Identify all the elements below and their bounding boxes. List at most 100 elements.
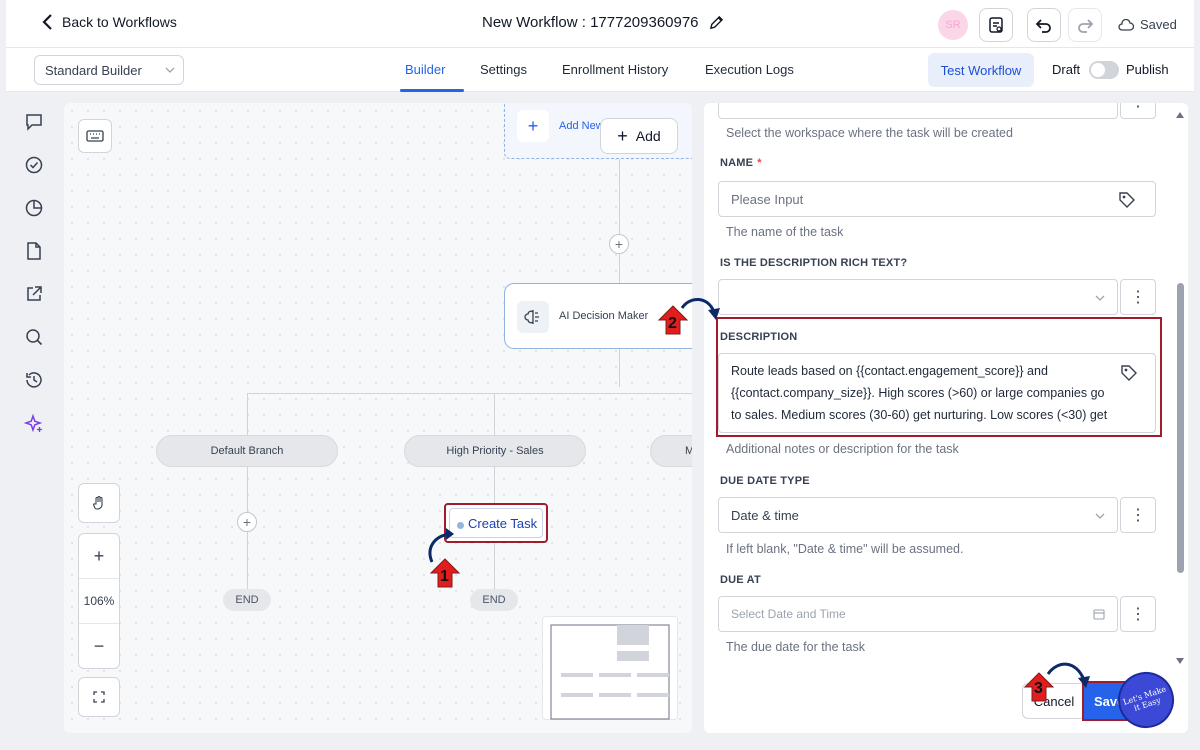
tab-enrollment-history[interactable]: Enrollment History — [562, 62, 668, 77]
toggle-knob — [1091, 63, 1105, 77]
calendar-icon — [1093, 609, 1105, 620]
scroll-up-icon[interactable] — [1176, 111, 1184, 119]
rich-text-label: IS THE DESCRIPTION RICH TEXT? — [720, 257, 908, 269]
clipboard-icon — [989, 17, 1003, 33]
create-task-label: Create Task — [468, 515, 538, 531]
add-step-button[interactable]: + — [237, 512, 257, 532]
check-circle-icon[interactable] — [24, 155, 44, 175]
due-at-input[interactable]: Select Date and Time — [718, 596, 1118, 632]
undo-button[interactable] — [1027, 8, 1061, 42]
description-hint: Additional notes or description for the … — [726, 442, 959, 456]
chat-icon[interactable] — [24, 112, 44, 132]
version-history-button[interactable] — [979, 8, 1013, 42]
action-config-panel: ⋮ Select the workspace where the task wi… — [704, 103, 1188, 733]
pan-hand-button[interactable] — [78, 483, 120, 523]
builder-select[interactable]: Standard Builder — [34, 55, 184, 85]
curved-arrow-icon — [1046, 662, 1090, 688]
sub-bar: Standard Builder Builder Settings Enroll… — [6, 48, 1194, 92]
zoom-level: 106% — [79, 579, 119, 624]
tag-icon[interactable] — [1118, 191, 1136, 209]
tab-builder[interactable]: Builder — [405, 62, 445, 77]
top-bar: Back to Workflows New Workflow : 1777209… — [6, 0, 1194, 48]
workflow-title: New Workflow : 1777209360976 — [482, 14, 724, 31]
saved-label: Saved — [1140, 17, 1177, 32]
branch-m[interactable]: M — [650, 435, 692, 467]
rich-text-options-button[interactable]: ⋮ — [1120, 279, 1156, 315]
brain-icon — [517, 301, 549, 333]
plus-icon: + — [617, 125, 628, 146]
due-date-type-options-button[interactable]: ⋮ — [1120, 497, 1156, 533]
rich-text-select[interactable] — [718, 279, 1118, 315]
workspace-select[interactable] — [718, 103, 1118, 119]
active-tab-indicator — [400, 89, 464, 92]
due-date-type-label: DUE DATE TYPE — [720, 475, 810, 487]
name-placeholder: Please Input — [731, 192, 804, 207]
scrollbar-thumb[interactable] — [1177, 283, 1184, 573]
undo-icon — [1035, 19, 1051, 33]
name-input[interactable]: Please Input — [718, 181, 1156, 217]
create-task-node[interactable]: Create Task — [444, 503, 548, 543]
name-hint: The name of the task — [726, 225, 844, 239]
description-text: Route leads based on {{contact.engagemen… — [731, 364, 1108, 432]
scroll-down-icon[interactable] — [1176, 657, 1184, 665]
curved-arrow-icon — [428, 528, 454, 563]
add-button-label: Add — [635, 128, 661, 144]
zoom-controls: + 106% − — [78, 533, 120, 669]
due-date-type-select[interactable]: Date & time — [718, 497, 1118, 533]
curved-arrow-icon — [680, 298, 720, 320]
redo-button[interactable] — [1068, 8, 1102, 42]
publish-label: Publish — [1126, 62, 1169, 77]
end-node: END — [223, 589, 271, 611]
chevron-left-icon — [42, 14, 52, 30]
avatar[interactable]: SR — [938, 10, 968, 40]
required-marker: * — [757, 157, 762, 169]
pencil-icon[interactable] — [709, 15, 724, 30]
zoom-in-button[interactable]: + — [79, 534, 119, 579]
add-new-label: Add New — [559, 120, 604, 132]
workflow-canvas[interactable]: + Add New + Add + AI Decision Maker Defa… — [64, 103, 692, 733]
branch-high-priority-sales[interactable]: High Priority - Sales — [404, 435, 586, 467]
sparkle-icon[interactable] — [24, 414, 44, 434]
branch-default[interactable]: Default Branch — [156, 435, 338, 467]
workspace-options-button[interactable]: ⋮ — [1120, 103, 1156, 119]
add-button[interactable]: + Add — [600, 118, 678, 154]
chevron-down-icon — [1095, 513, 1105, 519]
name-label: NAME * — [720, 157, 762, 169]
plus-icon: + — [517, 110, 549, 142]
chevron-down-icon — [1095, 295, 1105, 301]
due-at-options-button[interactable]: ⋮ — [1120, 596, 1156, 632]
status-dot — [457, 522, 464, 529]
zoom-out-button[interactable]: − — [79, 624, 119, 669]
workspace-hint: Select the workspace where the task will… — [726, 126, 1013, 140]
builder-select-value: Standard Builder — [45, 63, 142, 78]
tag-icon[interactable] — [1120, 364, 1138, 382]
description-textarea[interactable]: Route leads based on {{contact.engagemen… — [718, 353, 1156, 433]
fit-view-button[interactable] — [78, 677, 120, 717]
name-label-text: NAME — [720, 157, 754, 169]
tab-execution-logs[interactable]: Execution Logs — [705, 62, 794, 77]
publish-toggle[interactable] — [1089, 61, 1119, 79]
expand-icon — [93, 691, 105, 703]
search-icon[interactable] — [24, 327, 44, 347]
test-workflow-button[interactable]: Test Workflow — [928, 53, 1034, 87]
add-step-button[interactable]: + — [609, 234, 629, 254]
step-number-2: 2 — [668, 315, 677, 332]
create-task-node-inner: Create Task — [449, 508, 543, 538]
back-to-workflows-link[interactable]: Back to Workflows — [42, 14, 177, 30]
document-icon[interactable] — [24, 241, 44, 261]
hand-icon — [92, 495, 103, 510]
keyboard-shortcuts-button[interactable] — [78, 119, 112, 153]
redo-icon — [1078, 19, 1094, 33]
description-label: DESCRIPTION — [720, 331, 798, 343]
external-link-icon[interactable] — [24, 284, 44, 304]
history-icon[interactable] — [24, 370, 44, 390]
minimap[interactable] — [542, 616, 678, 720]
tab-settings[interactable]: Settings — [480, 62, 527, 77]
panel-scrollbar[interactable] — [1176, 111, 1184, 671]
pie-chart-icon[interactable] — [24, 198, 44, 218]
due-at-placeholder: Select Date and Time — [731, 607, 846, 621]
workflow-title-text: New Workflow : 1777209360976 — [482, 14, 699, 31]
step-number-3: 3 — [1034, 680, 1043, 697]
due-date-type-hint: If left blank, "Date & time" will be ass… — [726, 542, 964, 556]
keyboard-icon — [86, 130, 104, 142]
